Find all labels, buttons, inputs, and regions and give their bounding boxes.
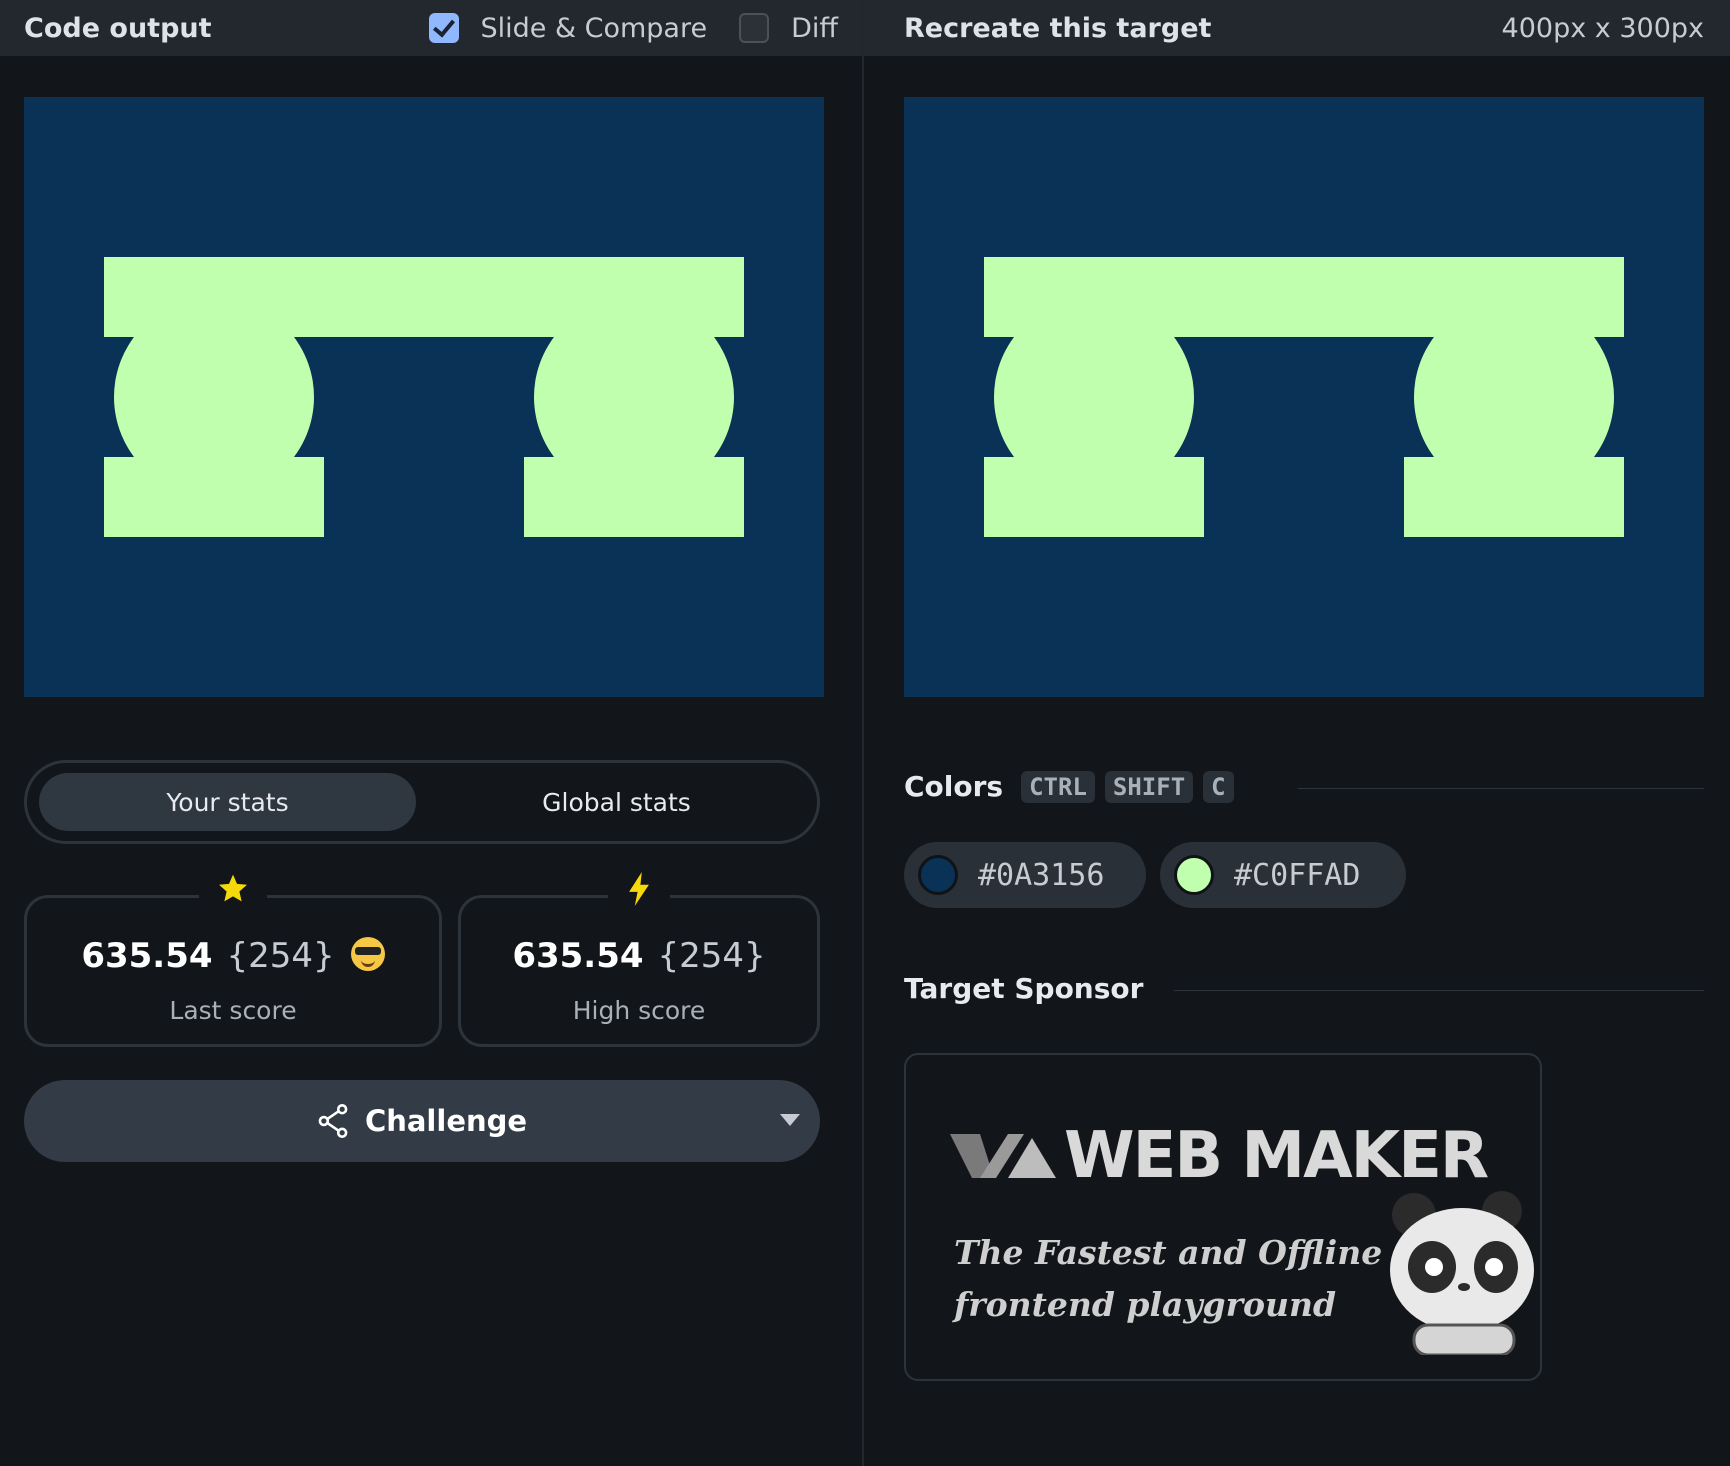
colors-title: Colors (904, 770, 1004, 803)
high-score-label: High score (572, 996, 706, 1025)
color-hex: #C0FFAD (1234, 857, 1361, 893)
high-score-value: 635.54 (512, 936, 644, 976)
sponsor-card[interactable]: WEB MAKER The Fastest and Offline fronte… (904, 1053, 1542, 1381)
slide-compare-toggle[interactable]: Slide & Compare (428, 12, 708, 44)
slide-compare-label: Slide & Compare (480, 12, 708, 44)
tab-global-stats[interactable]: Global stats (428, 773, 805, 831)
high-score-count: {254} (657, 936, 766, 976)
code-output-pane: Code output Slide & Compare Diff Your st… (0, 0, 864, 1466)
stats-tabs: Your stats Global stats (24, 760, 820, 844)
checkbox-checked-icon[interactable] (428, 13, 459, 43)
lightning-icon (608, 872, 670, 915)
left-foot-shape (104, 457, 324, 537)
checkbox-unchecked-icon[interactable] (739, 13, 770, 43)
target-dimensions: 400px x 300px (1501, 12, 1704, 44)
left-foot-shape (984, 457, 1204, 537)
chevron-down-icon[interactable] (780, 1114, 800, 1126)
code-output-header: Code output Slide & Compare Diff (0, 0, 862, 56)
sponsor-tagline-2: frontend playground (954, 1285, 1337, 1324)
target-title: Recreate this target (904, 12, 1212, 44)
color-dot (918, 855, 958, 895)
diff-toggle[interactable]: Diff (739, 13, 838, 44)
color-dot (1174, 855, 1214, 895)
right-foot-shape (524, 457, 744, 537)
last-score-count: {254} (226, 936, 335, 976)
shortcut-c: C (1203, 770, 1234, 803)
colors-divider (1298, 788, 1704, 789)
colors-heading: Colors CTRL SHIFT C (904, 770, 1234, 803)
panda-mascot-icon (1390, 1191, 1534, 1355)
sponsor-tagline-1: The Fastest and Offline (954, 1233, 1383, 1272)
cool-emoji-icon (350, 937, 385, 971)
challenge-label: Challenge (364, 1104, 528, 1138)
sponsor-divider (1174, 990, 1704, 991)
color-hex: #0A3156 (978, 857, 1105, 893)
right-foot-shape (1404, 457, 1624, 537)
code-output-canvas[interactable] (24, 97, 824, 697)
sponsor-title: Target Sponsor (904, 972, 1144, 1005)
diff-label: Diff (791, 12, 838, 44)
last-score-label: Last score (169, 996, 297, 1025)
web-maker-mark-icon (950, 1134, 1056, 1178)
last-score-card: 635.54 {254} Last score (24, 872, 442, 1047)
shortcut-ctrl: CTRL (1021, 770, 1095, 803)
sponsor-heading: Target Sponsor (904, 972, 1143, 1005)
shortcut-shift: SHIFT (1104, 770, 1194, 803)
target-header: Recreate this target 400px x 300px (864, 0, 1730, 56)
color-swatch-1[interactable]: #0A3156 (904, 842, 1146, 908)
code-output-title: Code output (24, 12, 212, 44)
last-score-value: 635.54 (81, 936, 213, 976)
target-pane: Recreate this target 400px x 300px Color… (864, 0, 1730, 1466)
challenge-button[interactable]: Challenge (24, 1080, 820, 1162)
tab-your-stats[interactable]: Your stats (39, 773, 416, 831)
share-icon (317, 1104, 349, 1138)
star-icon (199, 872, 267, 913)
target-canvas (904, 97, 1704, 697)
high-score-card: 635.54 {254} High score (458, 872, 820, 1047)
color-swatch-2[interactable]: #C0FFAD (1160, 842, 1406, 908)
